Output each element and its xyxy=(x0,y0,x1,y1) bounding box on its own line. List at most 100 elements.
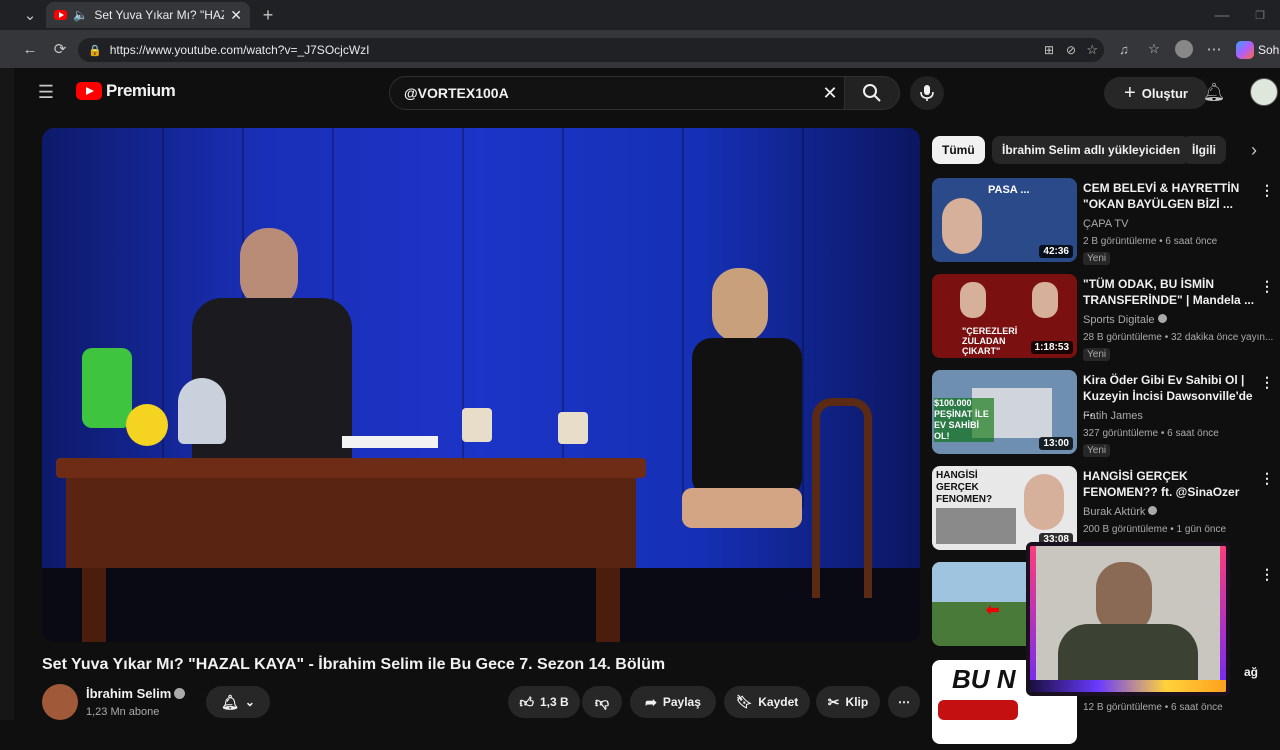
shark-toy xyxy=(178,378,226,444)
video-title: Set Yuva Yıkar Mı? "HAZAL KAYA" - İbrahi… xyxy=(42,656,666,673)
video-thumbnail[interactable]: PASA ... 42:36 xyxy=(932,178,1077,262)
recommendation-title: HANGİSİ GERÇEK FENOMEN?? ft. @SinaOzer xyxy=(1083,469,1240,499)
video-thumbnail[interactable]: $100.000 PEŞİNAT İLE EV SAHİBİ OL! 13:00 xyxy=(932,370,1077,454)
copilot-icon xyxy=(1236,41,1254,59)
favorite-star-icon[interactable]: ☆ xyxy=(1086,42,1098,58)
host-figure xyxy=(192,228,352,498)
create-button[interactable]: + Oluştur xyxy=(1104,77,1208,109)
scissors-icon: ✂ xyxy=(827,693,840,710)
recommendation-item[interactable]: $100.000 PEŞİNAT İLE EV SAHİBİ OL! 13:00… xyxy=(932,370,1280,460)
kebab-menu-icon[interactable]: ⋮ xyxy=(1260,278,1274,295)
youtube-logo[interactable]: Premium xyxy=(76,81,176,101)
notifications-bell-icon[interactable]: 🔔︎ xyxy=(1202,80,1226,104)
thumbnail-text: $100.000 PEŞİNAT İLE EV SAHİBİ OL! xyxy=(934,398,994,442)
yellow-ball-toy xyxy=(126,404,168,446)
recommendation-item[interactable]: PASA ... 42:36 CEM BELEVİ & HAYRETTİN "O… xyxy=(932,178,1280,268)
microphone-icon xyxy=(920,85,934,101)
clip-button[interactable]: ✂ Klip xyxy=(816,686,880,718)
recommendation-meta: 327 görüntüleme • 6 saat önce xyxy=(1083,428,1219,439)
minimize-icon[interactable]: — xyxy=(1210,3,1234,27)
voice-search-button[interactable] xyxy=(910,76,944,110)
copilot-label: Soh xyxy=(1258,43,1280,57)
video-thumbnail[interactable]: "ÇEREZLERİ ZULADAN ÇIKART" 1:18:53 xyxy=(932,274,1077,358)
restore-icon[interactable]: ❐ xyxy=(1248,3,1272,27)
like-button[interactable]: 👍︎ 1,3 B xyxy=(508,686,580,718)
tracking-icon[interactable]: ⊘ xyxy=(1066,43,1076,57)
verified-icon xyxy=(1157,314,1167,323)
subscriber-count: 1,23 Mn abone xyxy=(86,706,160,718)
clip-label: Klip xyxy=(845,695,869,709)
recommendation-meta: 12 B görüntüleme • 6 saat önce xyxy=(1083,702,1223,713)
chevron-down-icon: ⌄ xyxy=(244,695,255,709)
kebab-menu-icon[interactable]: ⋮ xyxy=(1260,374,1274,391)
desk xyxy=(56,458,646,642)
recommendation-channel: Burak Aktürk xyxy=(1083,506,1158,518)
youtube-page: ☰ Premium @VORTEX100A ✕ + Oluştur 🔔︎ Set… xyxy=(14,68,1280,744)
profile-icon[interactable] xyxy=(1172,37,1196,61)
search-icon xyxy=(863,84,881,102)
chair xyxy=(812,398,872,598)
copilot-button[interactable]: Soh xyxy=(1236,38,1280,62)
webcam-frame-bar xyxy=(1030,680,1226,692)
video-thumbnail[interactable]: HANGİSİ GERÇEK FENOMEN? 33:08 xyxy=(932,466,1077,550)
channel-label: Burak Aktürk xyxy=(1083,506,1146,518)
thumbnail-face xyxy=(942,198,982,254)
favorites-icon[interactable]: ☆ xyxy=(1142,37,1166,61)
chip-all[interactable]: Tümü xyxy=(932,136,985,164)
thumbnail-text: PASA ... xyxy=(988,184,1030,196)
kebab-menu-icon[interactable]: ⋮ xyxy=(1260,470,1274,487)
video-player[interactable] xyxy=(42,128,920,642)
recommendation-channel: Fatih James xyxy=(1083,410,1143,422)
channel-name[interactable]: İbrahim Selim xyxy=(86,686,171,701)
new-badge: Yeni xyxy=(1083,252,1111,265)
clear-search-icon[interactable]: ✕ xyxy=(818,81,842,105)
recommendation-item[interactable]: "ÇEREZLERİ ZULADAN ÇIKART" 1:18:53 "TÜM … xyxy=(932,274,1280,364)
kebab-menu-icon[interactable]: ⋮ xyxy=(1260,182,1274,199)
plus-icon: + xyxy=(1124,81,1136,104)
browser-toolbar: ← ⟳ 🔒 https://www.youtube.com/watch?v=_J… xyxy=(0,30,1280,68)
chip-related[interactable]: İlgili xyxy=(1182,136,1226,164)
thumbnail-people xyxy=(936,508,1016,544)
channel-avatar[interactable] xyxy=(42,684,78,720)
browser-tab[interactable]: 🔈 Set Yuva Yıkar Mı? "HAZAL KA ✕ xyxy=(46,2,250,28)
more-menu-icon[interactable]: ⋯ xyxy=(1202,37,1226,61)
share-label: Paylaş xyxy=(662,695,701,709)
tab-close-icon[interactable]: ✕ xyxy=(230,7,242,24)
recommendation-title: CEM BELEVİ & HAYRETTİN "OKAN BAYÜLGEN Bİ… xyxy=(1083,181,1240,211)
thumbnail-text: "ÇEREZLERİ ZULADAN ÇIKART" xyxy=(962,326,1018,356)
tab-list-chevron-icon[interactable]: ⌄ xyxy=(18,3,42,27)
thumbnail-face xyxy=(960,282,986,318)
search-input[interactable]: @VORTEX100A xyxy=(389,76,859,110)
chip-from-uploader[interactable]: İbrahim Selim adlı yükleyiciden xyxy=(992,136,1191,164)
more-actions-button[interactable]: ⋯ xyxy=(888,686,920,718)
search-button[interactable] xyxy=(844,76,900,110)
extensions-icon[interactable]: ♫ xyxy=(1112,37,1136,61)
save-button[interactable]: 🔖︎ Kaydet xyxy=(724,686,810,718)
like-count: 1,3 B xyxy=(539,695,569,709)
thumbnail-text: BU N xyxy=(952,664,1016,694)
browser-tab-bar: ⌄ 🔈 Set Yuva Yıkar Mı? "HAZAL KA ✕ + — ❐ xyxy=(0,0,1280,30)
duration-badge: 1:18:53 xyxy=(1030,341,1073,354)
account-avatar[interactable] xyxy=(1250,78,1278,106)
hamburger-menu-icon[interactable]: ☰ xyxy=(34,80,58,104)
page-edge xyxy=(0,68,14,720)
refresh-icon[interactable]: ⟳ xyxy=(48,37,72,61)
new-badge: Yeni xyxy=(1083,444,1111,457)
tab-title: Set Yuva Yıkar Mı? "HAZAL KA xyxy=(94,8,224,22)
duration-badge: 42:36 xyxy=(1039,245,1073,258)
share-button[interactable]: ➦ Paylaş xyxy=(630,686,716,718)
site-info-icon[interactable]: 🔒 xyxy=(88,44,102,57)
recommendation-channel: ÇAPA TV xyxy=(1083,218,1129,230)
back-icon[interactable]: ← xyxy=(18,37,42,61)
reader-icon[interactable]: ⊞ xyxy=(1044,43,1054,57)
notification-bell-button[interactable]: 🔔︎ ⌄ xyxy=(206,686,270,718)
create-label: Oluştur xyxy=(1141,85,1188,101)
chevron-right-icon[interactable]: › xyxy=(1242,138,1266,162)
recommendation-channel: Sports Digitale xyxy=(1083,314,1167,326)
verified-icon xyxy=(174,688,185,699)
url-bar[interactable]: 🔒 https://www.youtube.com/watch?v=_J7SOc… xyxy=(78,38,1104,62)
dislike-button[interactable]: 👎︎ xyxy=(582,686,622,718)
kebab-menu-icon[interactable]: ⋮ xyxy=(1260,566,1274,583)
new-tab-icon[interactable]: + xyxy=(256,3,280,27)
speaker-icon[interactable]: 🔈 xyxy=(73,8,88,22)
